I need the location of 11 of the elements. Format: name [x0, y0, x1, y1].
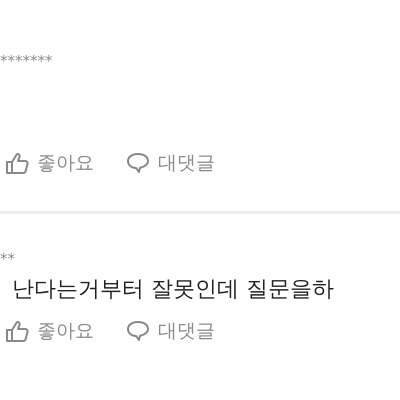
- speech-bubble-icon: [126, 152, 150, 174]
- thumbs-up-icon: [6, 320, 29, 342]
- reply-button[interactable]: 대댓글: [126, 318, 215, 344]
- speech-bubble-icon: [126, 320, 150, 342]
- thumbs-up-icon: [6, 152, 29, 174]
- like-button[interactable]: 좋아요: [6, 318, 94, 344]
- author-name: *******: [0, 52, 54, 72]
- reply-button[interactable]: 대댓글: [126, 150, 215, 176]
- comment-text: 난다는거부터 잘못인데 질문을하: [12, 276, 335, 304]
- like-button[interactable]: 좋아요: [6, 150, 94, 176]
- author-name: **: [0, 250, 16, 270]
